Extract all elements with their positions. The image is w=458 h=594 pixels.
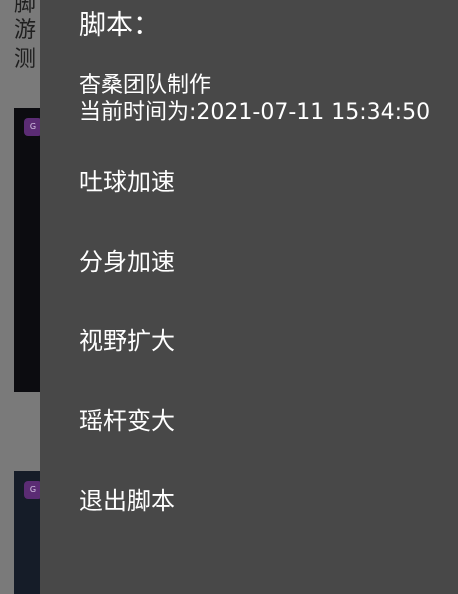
menu-item-split-speed[interactable]: 分身加速 bbox=[79, 236, 439, 288]
background-app: 脚 游 测 G G bbox=[0, 0, 40, 594]
game-logo-icon: G bbox=[24, 118, 40, 136]
background-text-line: 游 bbox=[14, 18, 37, 43]
background-text-line: 测 bbox=[14, 47, 37, 72]
background-thumbnail: G bbox=[14, 471, 40, 594]
current-time-text: 当前时间为:2021-07-11 15:34:50 bbox=[79, 100, 431, 125]
background-thumbnail: G bbox=[14, 108, 40, 392]
menu-item-spit-speed[interactable]: 吐球加速 bbox=[79, 156, 439, 208]
background-text-line: 脚 bbox=[14, 0, 37, 17]
dialog-info: 杳桑团队制作 当前时间为:2021-07-11 15:34:50 bbox=[79, 72, 430, 126]
game-logo-icon: G bbox=[24, 481, 40, 499]
menu-item-enlarge-joystick[interactable]: 瑶杆变大 bbox=[79, 395, 439, 447]
dialog-title: 脚本： bbox=[79, 10, 160, 41]
menu-item-exit-script[interactable]: 退出脚本 bbox=[79, 475, 439, 527]
script-dialog: 脚本： 杳桑团队制作 当前时间为:2021-07-11 15:34:50 吐球加… bbox=[40, 0, 458, 594]
menu-item-expand-view[interactable]: 视野扩大 bbox=[79, 315, 439, 367]
author-text: 杳桑团队制作 bbox=[79, 73, 212, 98]
